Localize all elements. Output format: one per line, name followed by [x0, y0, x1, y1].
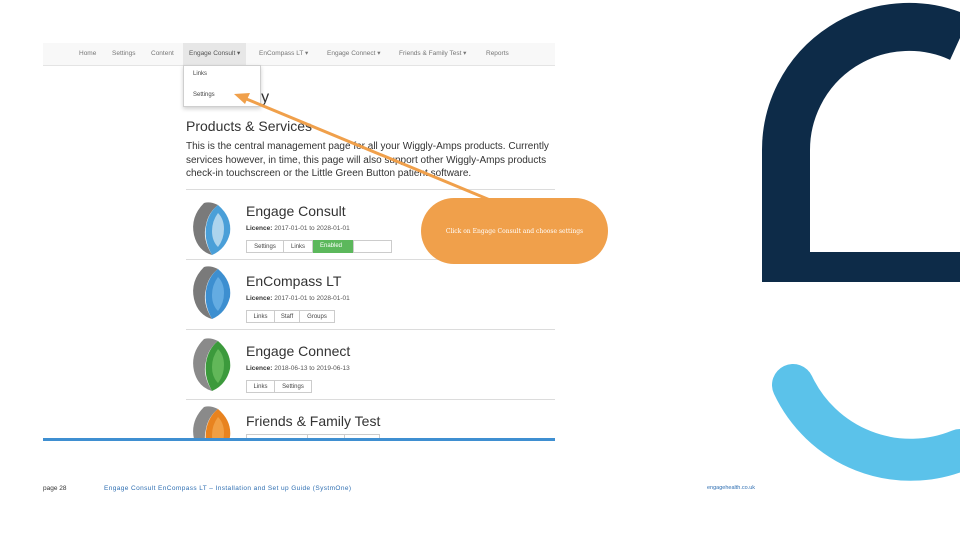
website-link[interactable]: engagehealth.co.uk	[707, 485, 755, 491]
page-number: page 28	[43, 485, 67, 492]
instruction-callout: Click on Engage Consult and choose setti…	[421, 198, 608, 264]
document-title: Engage Consult EnCompass LT – Installati…	[104, 485, 352, 492]
callout-text: Click on Engage Consult and choose setti…	[445, 227, 584, 235]
annotation-arrow	[234, 93, 491, 202]
